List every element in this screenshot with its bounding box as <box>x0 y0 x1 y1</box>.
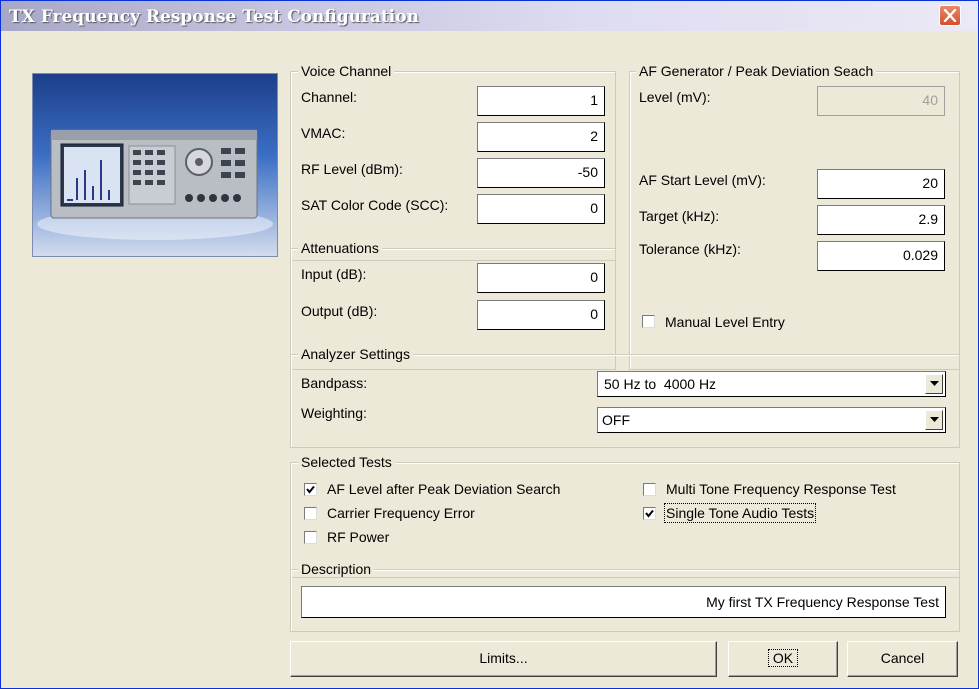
vmac-field[interactable]: 2 <box>477 122 605 152</box>
analyzer-settings-title: Analyzer Settings <box>298 346 413 362</box>
description-field[interactable]: My first TX Frequency Response Test <box>301 586 946 618</box>
weighting-value: OFF <box>602 412 630 428</box>
selected-tests-title: Selected Tests <box>298 454 395 470</box>
bandpass-select[interactable]: 50 Hz to 4000 Hz <box>597 371 946 397</box>
input-atten-field[interactable]: 0 <box>477 263 605 293</box>
multi-tone-test-label[interactable]: Multi Tone Frequency Response Test <box>666 481 896 497</box>
rf-level-field[interactable]: -50 <box>477 158 605 188</box>
ok-button[interactable]: OK <box>728 641 838 677</box>
scc-field[interactable]: 0 <box>477 194 605 224</box>
instrument-image <box>32 73 278 257</box>
limits-button[interactable]: Limits... <box>290 641 717 677</box>
af-level-field: 40 <box>817 86 945 116</box>
close-button[interactable] <box>939 5 961 26</box>
target-field[interactable]: 2.9 <box>817 205 945 235</box>
title-bar[interactable]: TX Frequency Response Test Configuration <box>1 1 978 31</box>
single-tone-test-checkbox[interactable] <box>643 507 656 520</box>
single-tone-test-label[interactable]: Single Tone Audio Tests <box>663 503 817 523</box>
dialog-client-area: Voice Channel Channel: 1 VMAC: 2 RF Leve… <box>1 31 978 688</box>
bandpass-label: Bandpass: <box>301 375 368 391</box>
manual-level-label[interactable]: Manual Level Entry <box>665 314 785 330</box>
carrier-frequency-error-label[interactable]: Carrier Frequency Error <box>327 505 475 521</box>
bandpass-value: 50 Hz to 4000 Hz <box>604 376 717 392</box>
dialog-window: TX Frequency Response Test Configuration <box>0 0 979 689</box>
description-title: Description <box>298 561 375 577</box>
weighting-dropdown-button[interactable] <box>925 410 943 430</box>
vmac-label: VMAC: <box>301 125 346 141</box>
af-start-level-field[interactable]: 20 <box>817 169 945 199</box>
output-atten-label: Output (dB): <box>301 303 378 319</box>
target-label: Target (kHz): <box>639 208 720 224</box>
attenuations-title: Attenuations <box>298 240 382 256</box>
tolerance-field[interactable]: 0.029 <box>817 241 945 271</box>
rf-power-label[interactable]: RF Power <box>327 529 389 545</box>
multi-tone-test-checkbox[interactable] <box>643 483 656 496</box>
chevron-down-icon <box>930 381 939 386</box>
checkmark-icon <box>306 485 315 494</box>
af-generator-title: AF Generator / Peak Deviation Seach <box>636 63 877 79</box>
analyzer-settings-group: Analyzer Settings <box>290 346 960 448</box>
ok-label: OK <box>767 649 799 667</box>
cancel-button[interactable]: Cancel <box>847 641 958 677</box>
scc-label: SAT Color Code (SCC): <box>301 197 449 213</box>
af-level-label: Level (mV): <box>639 89 711 105</box>
output-atten-field[interactable]: 0 <box>477 300 605 330</box>
channel-field[interactable]: 1 <box>477 86 605 116</box>
weighting-label: Weighting: <box>301 405 367 421</box>
af-start-level-label: AF Start Level (mV): <box>639 172 766 188</box>
close-x-icon <box>943 9 957 22</box>
channel-label: Channel: <box>301 89 358 105</box>
af-level-test-checkbox[interactable] <box>304 483 317 496</box>
rf-level-label: RF Level (dBm): <box>301 161 403 177</box>
manual-level-checkbox[interactable] <box>642 315 655 328</box>
window-title: TX Frequency Response Test Configuration <box>9 7 419 27</box>
weighting-select[interactable]: OFF <box>597 407 946 433</box>
af-level-test-label[interactable]: AF Level after Peak Deviation Search <box>327 481 560 497</box>
bandpass-dropdown-button[interactable] <box>925 374 943 394</box>
chevron-down-icon <box>930 417 939 422</box>
input-atten-label: Input (dB): <box>301 266 367 282</box>
rf-power-checkbox[interactable] <box>304 531 317 544</box>
carrier-frequency-error-checkbox[interactable] <box>304 507 317 520</box>
voice-channel-title: Voice Channel <box>298 63 395 79</box>
tolerance-label: Tolerance (kHz): <box>639 241 741 257</box>
checkmark-icon <box>645 509 654 518</box>
